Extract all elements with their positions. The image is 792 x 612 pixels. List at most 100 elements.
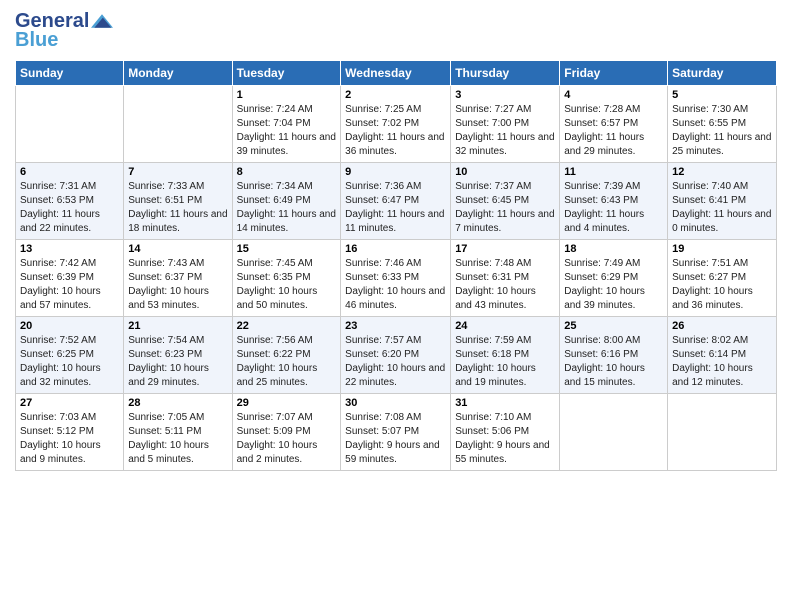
- day-info: Sunrise: 7:07 AMSunset: 5:09 PMDaylight:…: [237, 411, 337, 467]
- calendar-cell: 27 Sunrise: 7:03 AMSunset: 5:12 PMDayligh…: [16, 394, 124, 471]
- calendar-cell: 19 Sunrise: 7:51 AMSunset: 6:27 PMDayligh…: [668, 240, 777, 317]
- day-number: 17: [455, 243, 555, 255]
- logo: General Blue: [15, 10, 113, 52]
- calendar-cell: 9 Sunrise: 7:36 AMSunset: 6:47 PMDaylight…: [341, 163, 451, 240]
- day-info: Sunrise: 7:40 AMSunset: 6:41 PMDaylight:…: [672, 180, 772, 236]
- day-info: Sunrise: 7:24 AMSunset: 7:04 PMDaylight:…: [237, 103, 337, 159]
- calendar-cell: 6 Sunrise: 7:31 AMSunset: 6:53 PMDaylight…: [16, 163, 124, 240]
- day-info: Sunrise: 7:48 AMSunset: 6:31 PMDaylight:…: [455, 257, 555, 313]
- day-info: Sunrise: 7:51 AMSunset: 6:27 PMDaylight:…: [672, 257, 772, 313]
- day-info: Sunrise: 7:25 AMSunset: 7:02 PMDaylight:…: [345, 103, 446, 159]
- calendar-cell: 3 Sunrise: 7:27 AMSunset: 7:00 PMDaylight…: [451, 86, 560, 163]
- day-info: Sunrise: 7:34 AMSunset: 6:49 PMDaylight:…: [237, 180, 337, 236]
- calendar-cell: 4Sunrise: 7:28 AMSunset: 6:57 PMDaylight…: [560, 86, 668, 163]
- day-info: Sunrise: 7:03 AMSunset: 5:12 PMDaylight:…: [20, 411, 119, 467]
- day-info: Sunrise: 7:45 AMSunset: 6:35 PMDaylight:…: [237, 257, 337, 313]
- day-number: 31: [455, 397, 555, 409]
- day-info: Sunrise: 7:31 AMSunset: 6:53 PMDaylight:…: [20, 180, 119, 236]
- calendar-cell: 16 Sunrise: 7:46 AMSunset: 6:33 PMDayligh…: [341, 240, 451, 317]
- day-info: Sunrise: 7:54 AMSunset: 6:23 PMDaylight:…: [128, 334, 227, 390]
- day-number: 24: [455, 320, 555, 332]
- day-number: 8: [237, 166, 337, 178]
- day-number: 10: [455, 166, 555, 178]
- calendar-cell: 22Sunrise: 7:56 AMSunset: 6:22 PMDayligh…: [232, 317, 341, 394]
- calendar-cell: 15 Sunrise: 7:45 AMSunset: 6:35 PMDayligh…: [232, 240, 341, 317]
- dow-header-wednesday: Wednesday: [341, 61, 451, 86]
- week-row-2: 6 Sunrise: 7:31 AMSunset: 6:53 PMDaylight…: [16, 163, 777, 240]
- dow-header-friday: Friday: [560, 61, 668, 86]
- calendar-cell: [560, 394, 668, 471]
- day-info: Sunrise: 7:33 AMSunset: 6:51 PMDaylight:…: [128, 180, 227, 236]
- day-info: Sunrise: 7:59 AMSunset: 6:18 PMDaylight:…: [455, 334, 555, 390]
- day-info: Sunrise: 7:36 AMSunset: 6:47 PMDaylight:…: [345, 180, 446, 236]
- day-info: Sunrise: 7:08 AMSunset: 5:07 PMDaylight:…: [345, 411, 446, 467]
- day-info: Sunrise: 7:05 AMSunset: 5:11 PMDaylight:…: [128, 411, 227, 467]
- day-number: 11: [564, 166, 663, 178]
- day-number: 16: [345, 243, 446, 255]
- calendar: SundayMondayTuesdayWednesdayThursdayFrid…: [15, 60, 777, 471]
- week-row-3: 13 Sunrise: 7:42 AMSunset: 6:39 PMDayligh…: [16, 240, 777, 317]
- dow-header-sunday: Sunday: [16, 61, 124, 86]
- day-number: 30: [345, 397, 446, 409]
- calendar-cell: [16, 86, 124, 163]
- day-info: Sunrise: 7:52 AMSunset: 6:25 PMDaylight:…: [20, 334, 119, 390]
- calendar-cell: 24 Sunrise: 7:59 AMSunset: 6:18 PMDayligh…: [451, 317, 560, 394]
- day-info: Sunrise: 7:27 AMSunset: 7:00 PMDaylight:…: [455, 103, 555, 159]
- day-info: Sunrise: 7:30 AMSunset: 6:55 PMDaylight:…: [672, 103, 772, 159]
- day-number: 26: [672, 320, 772, 332]
- calendar-cell: 8 Sunrise: 7:34 AMSunset: 6:49 PMDaylight…: [232, 163, 341, 240]
- calendar-cell: 17 Sunrise: 7:48 AMSunset: 6:31 PMDayligh…: [451, 240, 560, 317]
- day-number: 2: [345, 89, 446, 101]
- day-info: Sunrise: 7:46 AMSunset: 6:33 PMDaylight:…: [345, 257, 446, 313]
- day-info: Sunrise: 7:49 AMSunset: 6:29 PMDaylight:…: [564, 257, 663, 313]
- calendar-cell: [668, 394, 777, 471]
- day-number: 25: [564, 320, 663, 332]
- day-number: 21: [128, 320, 227, 332]
- dow-header-saturday: Saturday: [668, 61, 777, 86]
- calendar-cell: 20 Sunrise: 7:52 AMSunset: 6:25 PMDayligh…: [16, 317, 124, 394]
- calendar-cell: 26Sunrise: 8:02 AMSunset: 6:14 PMDayligh…: [668, 317, 777, 394]
- calendar-cell: 11 Sunrise: 7:39 AMSunset: 6:43 PMDayligh…: [560, 163, 668, 240]
- calendar-cell: 12 Sunrise: 7:40 AMSunset: 6:41 PMDayligh…: [668, 163, 777, 240]
- day-of-week-row: SundayMondayTuesdayWednesdayThursdayFrid…: [16, 61, 777, 86]
- day-info: Sunrise: 7:57 AMSunset: 6:20 PMDaylight:…: [345, 334, 446, 390]
- day-number: 9: [345, 166, 446, 178]
- calendar-cell: 21 Sunrise: 7:54 AMSunset: 6:23 PMDayligh…: [124, 317, 232, 394]
- day-number: 6: [20, 166, 119, 178]
- day-number: 13: [20, 243, 119, 255]
- day-number: 3: [455, 89, 555, 101]
- calendar-cell: 25 Sunrise: 8:00 AMSunset: 6:16 PMDayligh…: [560, 317, 668, 394]
- day-info: Sunrise: 7:37 AMSunset: 6:45 PMDaylight:…: [455, 180, 555, 236]
- calendar-cell: [124, 86, 232, 163]
- dow-header-monday: Monday: [124, 61, 232, 86]
- day-number: 28: [128, 397, 227, 409]
- calendar-cell: 13 Sunrise: 7:42 AMSunset: 6:39 PMDayligh…: [16, 240, 124, 317]
- day-number: 15: [237, 243, 337, 255]
- dow-header-thursday: Thursday: [451, 61, 560, 86]
- logo-icon: [91, 12, 113, 30]
- day-number: 14: [128, 243, 227, 255]
- day-number: 20: [20, 320, 119, 332]
- day-info: Sunrise: 7:42 AMSunset: 6:39 PMDaylight:…: [20, 257, 119, 313]
- day-number: 23: [345, 320, 446, 332]
- calendar-cell: 1 Sunrise: 7:24 AMSunset: 7:04 PMDaylight…: [232, 86, 341, 163]
- day-number: 19: [672, 243, 772, 255]
- day-number: 1: [237, 89, 337, 101]
- day-number: 4: [564, 89, 663, 101]
- day-info: Sunrise: 7:56 AMSunset: 6:22 PMDaylight:…: [237, 334, 337, 390]
- day-info: Sunrise: 7:39 AMSunset: 6:43 PMDaylight:…: [564, 180, 663, 236]
- calendar-cell: 23 Sunrise: 7:57 AMSunset: 6:20 PMDayligh…: [341, 317, 451, 394]
- day-info: Sunrise: 7:43 AMSunset: 6:37 PMDaylight:…: [128, 257, 227, 313]
- calendar-cell: 5Sunrise: 7:30 AMSunset: 6:55 PMDaylight…: [668, 86, 777, 163]
- calendar-cell: 29 Sunrise: 7:07 AMSunset: 5:09 PMDayligh…: [232, 394, 341, 471]
- day-number: 12: [672, 166, 772, 178]
- week-row-5: 27 Sunrise: 7:03 AMSunset: 5:12 PMDayligh…: [16, 394, 777, 471]
- day-info: Sunrise: 8:00 AMSunset: 6:16 PMDaylight:…: [564, 334, 663, 390]
- week-row-1: 1 Sunrise: 7:24 AMSunset: 7:04 PMDaylight…: [16, 86, 777, 163]
- day-number: 29: [237, 397, 337, 409]
- calendar-cell: 14 Sunrise: 7:43 AMSunset: 6:37 PMDayligh…: [124, 240, 232, 317]
- week-row-4: 20 Sunrise: 7:52 AMSunset: 6:25 PMDayligh…: [16, 317, 777, 394]
- dow-header-tuesday: Tuesday: [232, 61, 341, 86]
- day-number: 27: [20, 397, 119, 409]
- day-number: 7: [128, 166, 227, 178]
